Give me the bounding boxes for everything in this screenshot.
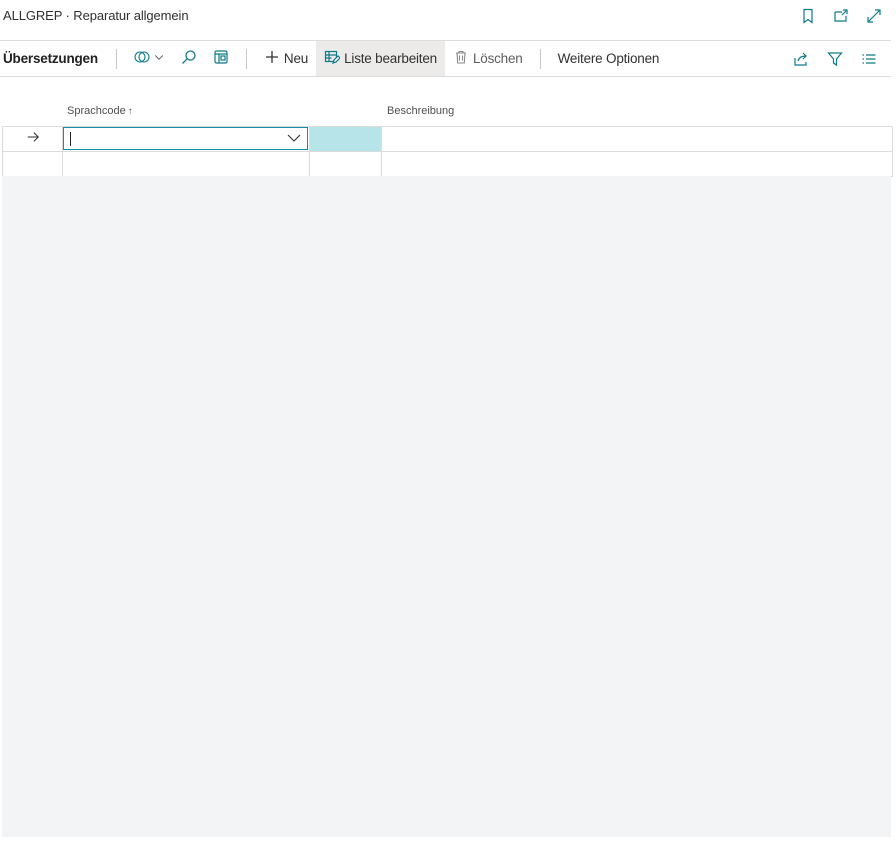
trash-icon <box>453 49 469 68</box>
separator <box>539 48 541 69</box>
view-icon <box>213 49 229 68</box>
description-cell[interactable] <box>382 127 892 151</box>
sort-ascending-icon: ↑ <box>127 106 133 117</box>
action-bar: Übersetzungen Neu Liste bearbeiten Lösch… <box>0 40 891 77</box>
new-button[interactable]: Neu <box>256 41 316 76</box>
title-icons <box>798 6 884 26</box>
open-in-new-window-icon[interactable] <box>831 6 851 26</box>
separator <box>245 48 247 69</box>
empty-cell[interactable] <box>310 152 382 176</box>
empty-list-area <box>2 176 891 837</box>
more-options-label: Weitere Optionen <box>557 51 660 66</box>
row-indicator <box>3 127 63 151</box>
plus-icon <box>264 49 280 68</box>
expand-icon[interactable] <box>864 6 884 26</box>
list-view-icon[interactable] <box>855 45 883 73</box>
copilot-button[interactable] <box>126 41 173 76</box>
title-bar: ALLGREP · Reparatur allgemein <box>0 0 896 40</box>
more-options-button[interactable]: Weitere Optionen <box>550 41 668 76</box>
action-bar-right <box>787 41 883 76</box>
table-row[interactable] <box>3 127 892 152</box>
chevron-down-icon[interactable] <box>287 130 301 148</box>
edit-list-icon <box>324 49 341 68</box>
column-header-language-code-label: Sprachcode <box>67 105 126 117</box>
search-button[interactable] <box>173 41 205 76</box>
edit-list-button[interactable]: Liste bearbeiten <box>316 41 445 76</box>
chevron-down-icon <box>153 51 165 66</box>
language-code-cell[interactable] <box>63 127 310 151</box>
edit-list-button-label: Liste bearbeiten <box>344 51 437 66</box>
text-cursor <box>70 131 71 146</box>
page-title: ALLGREP · Reparatur allgemein <box>3 8 189 23</box>
copilot-icon <box>134 49 150 68</box>
view-button[interactable] <box>205 41 237 76</box>
separator <box>115 48 117 69</box>
language-code-dropdown[interactable] <box>63 127 308 150</box>
arrow-right-icon <box>26 130 40 149</box>
action-bar-left: Übersetzungen Neu Liste bearbeiten Lösch… <box>0 41 667 76</box>
row-indicator <box>3 152 63 176</box>
column-header-description-label: Beschreibung <box>387 105 455 117</box>
selected-cell[interactable] <box>310 127 382 151</box>
translations-table <box>2 126 893 177</box>
bookmark-icon[interactable] <box>798 6 818 26</box>
search-icon <box>181 49 197 68</box>
page-caption: Übersetzungen <box>3 51 98 66</box>
new-button-label: Neu <box>283 51 309 66</box>
language-code-cell[interactable] <box>63 152 310 176</box>
delete-button-label: Löschen <box>472 51 523 66</box>
description-cell[interactable] <box>382 152 892 176</box>
filter-icon[interactable] <box>821 45 849 73</box>
column-header-description[interactable]: Beschreibung <box>387 105 454 117</box>
table-row[interactable] <box>3 152 892 177</box>
column-header-language-code[interactable]: Sprachcode ↑ <box>67 105 133 117</box>
delete-button[interactable]: Löschen <box>445 41 531 76</box>
share-icon[interactable] <box>787 45 815 73</box>
